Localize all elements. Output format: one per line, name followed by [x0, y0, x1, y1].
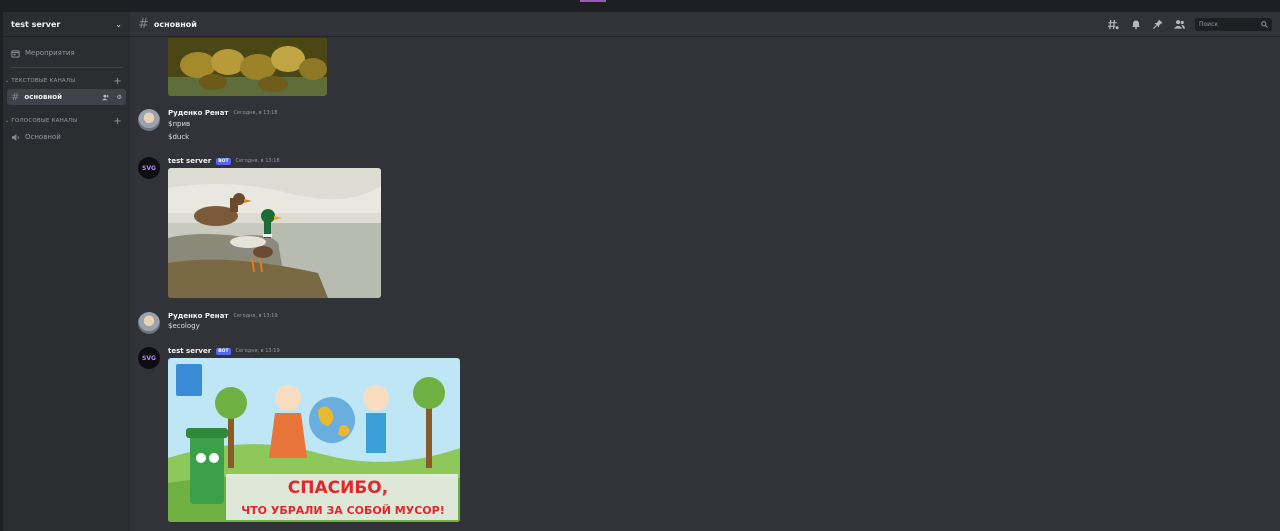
author-name[interactable]: Руденко Ренат	[168, 109, 228, 117]
message-meta: Руденко Ренат Сегодня, в 13:18	[168, 109, 278, 117]
channel-label: Основной	[25, 133, 61, 141]
channel-title: основной	[153, 19, 197, 29]
threads-icon[interactable]	[1107, 18, 1120, 31]
timestamp: Сегодня, в 13:18	[235, 158, 280, 164]
message-meta: test server BOT Сегодня, в 13:18	[168, 157, 280, 165]
message-text: $ecology	[168, 322, 200, 330]
server-header[interactable]: test server ⌄	[3, 12, 130, 37]
avatar[interactable]: SVG	[138, 347, 160, 369]
ducklings-image[interactable]	[168, 38, 327, 96]
gear-icon[interactable]: ⚙	[117, 94, 122, 101]
avatar[interactable]	[138, 109, 160, 131]
category-label: ТЕКСТОВЫЕ КАНАЛЫ	[11, 78, 76, 84]
ducks-image[interactable]	[168, 168, 381, 298]
timestamp: Сегодня, в 13:19	[233, 313, 278, 319]
add-channel-icon[interactable]: +	[113, 76, 122, 87]
hash-icon: #	[138, 16, 149, 32]
events-label: Мероприятия	[25, 49, 75, 57]
members-icon[interactable]	[1173, 18, 1186, 31]
search-icon	[1261, 20, 1268, 28]
message-meta: test server BOT Сегодня, в 13:19	[168, 347, 280, 355]
message-list: Руденко Ренат Сегодня, в 13:18 $прив $du…	[130, 38, 1280, 531]
search-placeholder: Поиск	[1199, 20, 1219, 28]
category-voice-channels[interactable]: ⌄ ГОЛОСОВЫЕ КАНАЛЫ +	[3, 114, 130, 128]
bot-badge: BOT	[216, 347, 231, 355]
pin-icon[interactable]	[1151, 18, 1164, 31]
category-text-channels[interactable]: ⌄ ТЕКСТОВЫЕ КАНАЛЫ +	[3, 74, 130, 88]
channel-label: основной	[24, 93, 62, 101]
channel-sidebar: test server ⌄ Мероприятия ⌄ ТЕКСТОВЫЕ КАН…	[3, 12, 130, 531]
header-toolbar: Поиск	[1107, 17, 1272, 31]
invite-icon[interactable]	[101, 94, 109, 101]
author-name[interactable]: test server	[168, 347, 211, 355]
caret-down-icon: ⌄	[5, 118, 10, 124]
avatar[interactable]: SVG	[138, 157, 160, 179]
message-text: $duck	[168, 133, 190, 141]
caret-down-icon: ⌄	[5, 78, 10, 84]
server-name: test server	[11, 19, 61, 29]
window-top-bar	[0, 0, 1280, 12]
poster-line1: СПАСИБО,	[288, 478, 388, 498]
timestamp: Сегодня, в 13:18	[233, 110, 278, 116]
poster-line2: ЧТО УБРАЛИ ЗА СОБОЙ МУСОР!	[241, 504, 444, 517]
chat-area: # основной Поиск Руденко Ренат Сегодня, …	[130, 12, 1280, 531]
add-channel-icon[interactable]: +	[113, 116, 122, 127]
divider	[11, 67, 122, 68]
channel-item-main-voice[interactable]: Основной	[7, 129, 126, 145]
window-indicator	[580, 0, 606, 2]
chevron-down-icon[interactable]: ⌄	[115, 20, 122, 29]
bot-badge: BOT	[216, 157, 231, 165]
timestamp: Сегодня, в 13:19	[235, 348, 280, 354]
author-name[interactable]: test server	[168, 157, 211, 165]
ecology-poster-image[interactable]: СПАСИБО, ЧТО УБРАЛИ ЗА СОБОЙ МУСОР!	[168, 358, 460, 522]
author-name[interactable]: Руденко Ренат	[168, 312, 228, 320]
chat-header: # основной Поиск	[130, 12, 1280, 37]
speaker-icon	[11, 133, 19, 141]
message-text: $прив	[168, 120, 191, 128]
category-label: ГОЛОСОВЫЕ КАНАЛЫ	[11, 118, 78, 124]
calendar-icon	[11, 49, 20, 58]
search-input[interactable]: Поиск	[1195, 17, 1272, 31]
events-item[interactable]: Мероприятия	[11, 45, 126, 61]
bell-icon[interactable]	[1129, 18, 1142, 31]
message-meta: Руденко Ренат Сегодня, в 13:19	[168, 312, 278, 320]
channel-item-main-text[interactable]: # основной ⚙	[7, 89, 126, 105]
avatar[interactable]	[138, 312, 160, 334]
hash-icon: #	[11, 91, 20, 103]
